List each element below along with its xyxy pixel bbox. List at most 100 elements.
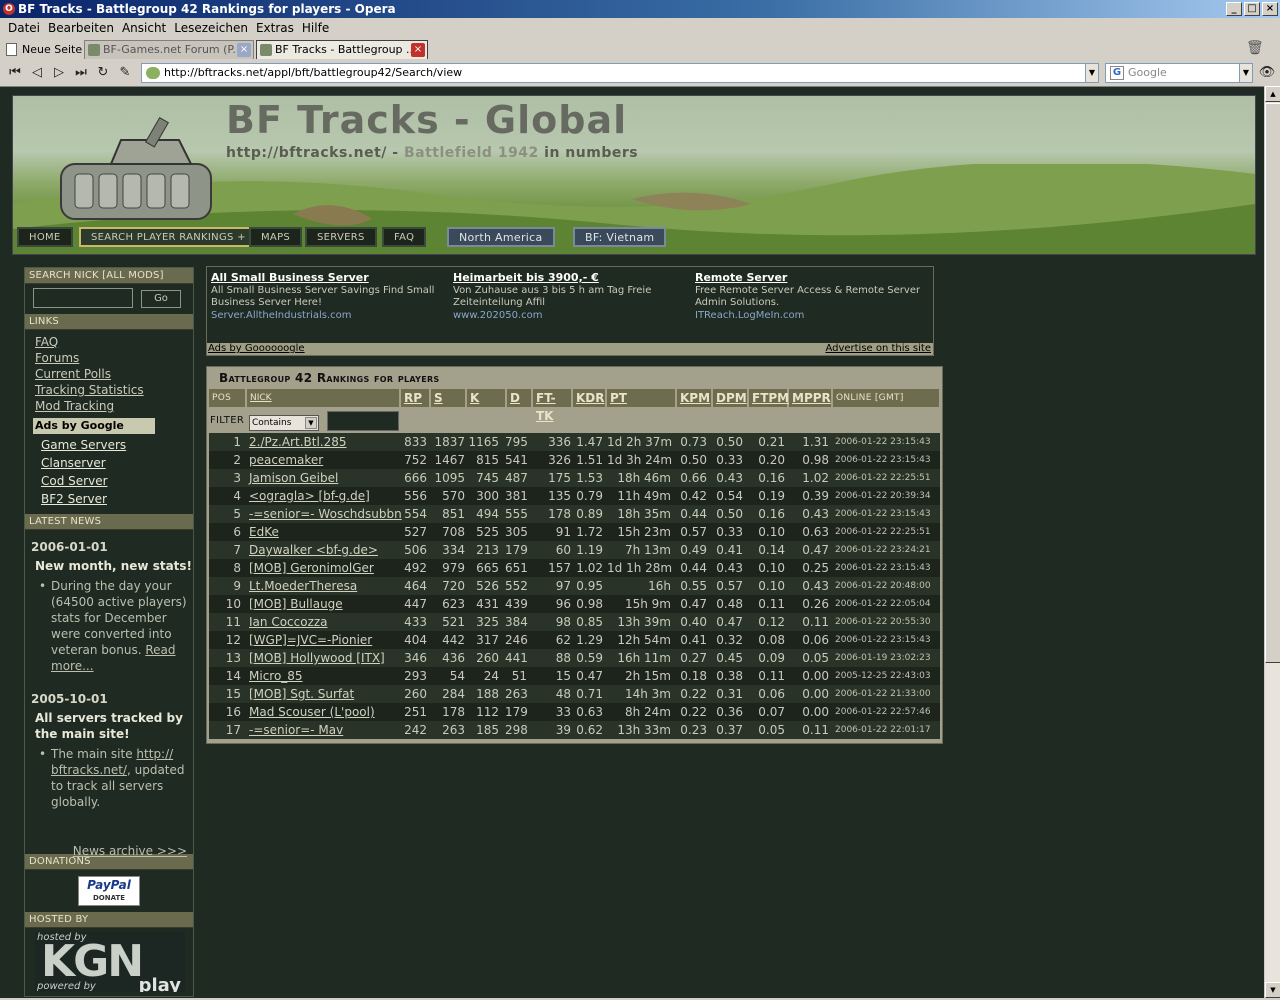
ad-title[interactable]: Heimarbeit bis 3900,- € xyxy=(453,271,689,285)
tab-bf-games[interactable]: BF-Games.net Forum (P... × xyxy=(84,40,254,59)
link-mod-tracking[interactable]: Mod Tracking xyxy=(25,398,193,414)
cell-online: 2006-01-22 20:39:34 xyxy=(835,491,931,501)
maximize-button[interactable]: □ xyxy=(1244,2,1260,16)
column-header-mppr[interactable]: MPPR xyxy=(789,389,833,407)
trash-icon[interactable]: 🗑 xyxy=(1246,40,1264,56)
cell-k: 317 xyxy=(476,633,499,647)
cell-nick[interactable]: peacemaker xyxy=(249,451,401,469)
link-current-polls[interactable]: Current Polls xyxy=(25,366,193,382)
tab-bf-tracks[interactable]: BF Tracks - Battlegroup ... × xyxy=(256,40,428,59)
menu-bearbeiten[interactable]: Bearbeiten xyxy=(44,19,118,38)
cell-nick[interactable]: -=senior=- Woschdsubbn xyxy=(249,505,402,523)
column-header-ftpm[interactable]: FTPM xyxy=(749,389,789,407)
cell-nick[interactable]: [MOB] Bullauge xyxy=(249,595,401,613)
cell-nick[interactable]: EdKe xyxy=(249,523,401,541)
back-icon[interactable]: ◁ xyxy=(28,64,46,82)
advertise-link[interactable]: Advertise on this site xyxy=(825,343,931,355)
tab-close-icon[interactable]: × xyxy=(237,43,251,57)
cell-kpm: 0.44 xyxy=(680,507,707,521)
search-field[interactable]: G Google xyxy=(1105,63,1253,83)
nav-bf-vietnam[interactable]: BF: Vietnam xyxy=(573,227,667,247)
ad-link-game-servers[interactable]: Game Servers xyxy=(25,436,193,454)
menu-extras[interactable]: Extras xyxy=(252,19,298,38)
menu-datei[interactable]: Datei xyxy=(4,19,44,38)
nav-servers[interactable]: SERVERS xyxy=(305,227,377,247)
cell-nick[interactable]: [MOB] Hollywood [ITX] xyxy=(249,649,401,667)
menu-lesezeichen[interactable]: Lesezeichen xyxy=(170,19,252,38)
ad-link-cod-server[interactable]: Cod Server xyxy=(25,472,193,490)
ads-by-link[interactable]: Ads by Goooooogle xyxy=(208,343,305,355)
cell-nick[interactable]: [MOB] GeronimolGer xyxy=(249,559,401,577)
cell-pt: 16h 11m xyxy=(617,651,671,665)
cell-nick[interactable]: Lt.MoederTheresa xyxy=(249,577,401,595)
nav-search-player-rankings[interactable]: SEARCH PLAYER RANKINGS + xyxy=(79,227,258,247)
cell-nick[interactable]: Mad Scouser (L'pool) xyxy=(249,703,401,721)
tab-close-icon[interactable]: × xyxy=(411,43,425,57)
address-dropdown[interactable]: ▼ xyxy=(1085,63,1099,83)
search-dropdown[interactable]: ▼ xyxy=(1239,63,1253,83)
cell-nick[interactable]: Jamison Geibel xyxy=(249,469,401,487)
link-tracking-statistics[interactable]: Tracking Statistics xyxy=(25,382,193,398)
column-header-ft-tk[interactable]: FT-TK xyxy=(533,389,573,423)
menu-ansicht[interactable]: Ansicht xyxy=(118,19,170,38)
cell-nick[interactable]: <ogragla> [bf-g.de] xyxy=(249,487,401,505)
fast-forward-icon[interactable]: ⏭ xyxy=(72,64,90,82)
window-titlebar: O BF Tracks - Battlegroup 42 Rankings fo… xyxy=(0,0,1280,18)
cell-nick[interactable]: Micro_85 xyxy=(249,667,401,685)
column-header-d[interactable]: D xyxy=(507,389,533,407)
nav-home[interactable]: HOME xyxy=(17,227,73,247)
new-page-button[interactable]: Neue Seite xyxy=(4,41,82,58)
nav-north-america[interactable]: North America xyxy=(447,227,555,247)
forward-icon[interactable]: ▷ xyxy=(50,64,68,82)
filter-input[interactable] xyxy=(327,411,399,431)
reload-icon[interactable]: ↻ xyxy=(94,64,112,82)
close-button[interactable]: × xyxy=(1262,2,1278,16)
cell-nick[interactable]: [MOB] Sgt. Surfat xyxy=(249,685,401,703)
ad-item[interactable]: Remote Server Free Remote Server Access … xyxy=(695,271,931,322)
cell-nick[interactable]: [WGP]=JVC=-Pionier xyxy=(249,631,401,649)
ad-link-clanserver[interactable]: Clanserver xyxy=(25,454,193,472)
ad-link-bf2-server[interactable]: BF2 Server xyxy=(25,490,193,508)
cell-kdr: 1.51 xyxy=(576,453,603,467)
link-forums[interactable]: Forums xyxy=(25,350,193,366)
vertical-scrollbar[interactable]: ▲ ▼ xyxy=(1264,86,1280,998)
cell-nick[interactable]: Ian Coccozza xyxy=(249,613,401,631)
paypal-donate-button[interactable]: PayPal DONATE xyxy=(78,876,140,906)
cell-nick[interactable]: 2./Pz.Art.Btl.285 xyxy=(249,433,401,451)
ad-title[interactable]: All Small Business Server xyxy=(211,271,447,285)
filter-mode-select[interactable]: Contains ▼ xyxy=(249,415,319,431)
nick-search-input[interactable] xyxy=(33,288,133,308)
menu-hilfe[interactable]: Hilfe xyxy=(298,19,333,38)
column-header-nick[interactable]: NICK xyxy=(247,389,401,407)
column-header-rp[interactable]: RP xyxy=(401,389,431,407)
scroll-thumb[interactable] xyxy=(1265,103,1280,663)
ad-item[interactable]: Heimarbeit bis 3900,- € Von Zuhause aus … xyxy=(453,271,689,322)
kgn-host-logo[interactable]: KGN hosted by powered by play xyxy=(35,932,185,992)
cell-dpm: 0.50 xyxy=(716,507,743,521)
cell-nick[interactable]: -=senior=- Mav xyxy=(249,721,401,739)
nav-maps[interactable]: MAPS xyxy=(249,227,303,247)
column-header-dpm[interactable]: DPM xyxy=(713,389,749,407)
view-icon[interactable]: 👁 xyxy=(1258,64,1276,82)
column-header-kpm[interactable]: KPM xyxy=(677,389,713,407)
go-button[interactable]: Go xyxy=(141,290,181,308)
scroll-down-icon[interactable]: ▼ xyxy=(1265,982,1280,998)
column-header-s[interactable]: S xyxy=(431,389,467,407)
ad-item[interactable]: All Small Business Server All Small Busi… xyxy=(211,271,447,322)
ad-url[interactable]: www.202050.com xyxy=(453,310,689,322)
ad-url[interactable]: ITReach.LogMeIn.com xyxy=(695,310,931,322)
ad-url[interactable]: Server.AlltheIndustrials.com xyxy=(211,310,447,322)
table-row: 1 2./Pz.Art.Btl.285 833 1837 1165 795 336 1.47 1… xyxy=(209,433,940,451)
ad-title[interactable]: Remote Server xyxy=(695,271,931,285)
minimize-button[interactable]: _ xyxy=(1226,2,1242,16)
column-header-pt[interactable]: PT xyxy=(607,389,677,407)
address-field[interactable]: http://bftracks.net/appl/bft/battlegroup… xyxy=(141,63,1099,83)
scroll-up-icon[interactable]: ▲ xyxy=(1265,86,1280,102)
cell-nick[interactable]: Daywalker <bf-g.de> xyxy=(249,541,401,559)
column-header-k[interactable]: K xyxy=(467,389,507,407)
nav-faq[interactable]: FAQ xyxy=(382,227,427,247)
link-faq[interactable]: FAQ xyxy=(25,334,193,350)
edit-icon[interactable]: ✎ xyxy=(116,64,134,82)
rewind-icon[interactable]: ⏮ xyxy=(6,64,24,82)
column-header-kdr[interactable]: KDR xyxy=(573,389,607,407)
